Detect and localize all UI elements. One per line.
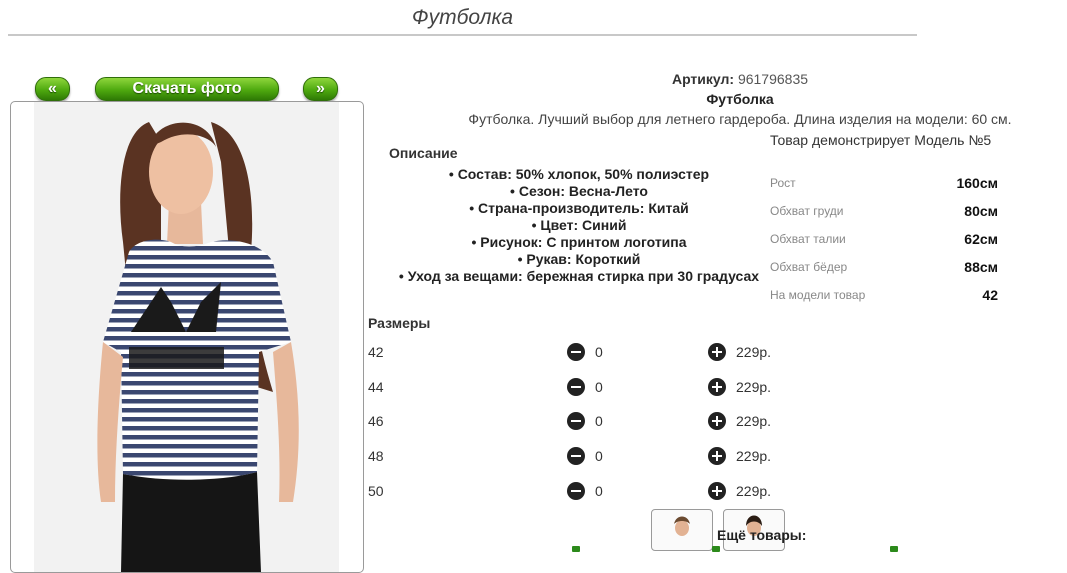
more-link-marker[interactable] (890, 546, 898, 552)
more-link-marker[interactable] (572, 546, 580, 552)
quantity-value: 0 (595, 483, 603, 499)
size-label: 46 (368, 413, 384, 429)
thumbnail-photo[interactable] (651, 509, 713, 551)
more-products-links (572, 546, 972, 556)
param-size-on-model: На модели товар 42 (770, 286, 998, 314)
size-row: 50 0 229р. (368, 482, 788, 502)
size-row: 46 0 229р. (368, 412, 788, 432)
param-value: 42 (982, 287, 998, 303)
size-row: 42 0 229р. (368, 343, 788, 363)
prev-photo-button[interactable]: « (35, 77, 70, 101)
increase-quantity-icon[interactable] (708, 447, 726, 465)
description-item: Сезон: Весна-Лето (380, 183, 778, 200)
increase-quantity-icon[interactable] (708, 412, 726, 430)
more-products-heading: Ещё товары: (717, 527, 807, 543)
size-label: 48 (368, 448, 384, 464)
param-label: Рост (770, 176, 796, 190)
download-photo-button[interactable]: Скачать фото (95, 77, 279, 101)
more-link-marker[interactable] (712, 546, 720, 552)
decrease-quantity-icon[interactable] (567, 343, 585, 361)
model-photo-illustration (97, 122, 299, 572)
description-list: Состав: 50% хлопок, 50% полиэстер Сезон:… (380, 166, 778, 285)
param-value: 80см (964, 203, 998, 219)
description-item: Рукав: Короткий (380, 251, 778, 268)
product-short-description: Футболка. Лучший выбор для летнего гарде… (468, 111, 1012, 127)
decrease-quantity-icon[interactable] (567, 412, 585, 430)
size-price: 229р. (736, 413, 772, 429)
size-label: 50 (368, 483, 384, 499)
product-photo[interactable] (10, 101, 364, 573)
page-title: Футболка (411, 6, 514, 29)
size-price: 229р. (736, 483, 772, 499)
quantity-value: 0 (595, 448, 603, 464)
param-label: Обхват талии (770, 232, 846, 246)
decrease-quantity-icon[interactable] (567, 447, 585, 465)
param-waist: Обхват талии 62см (770, 230, 998, 258)
increase-quantity-icon[interactable] (708, 482, 726, 500)
article-label: Артикул: (671, 71, 735, 87)
param-label: Обхват бёдер (770, 260, 848, 274)
next-photo-button[interactable]: » (303, 77, 338, 101)
model-params: Рост 160см Обхват груди 80см Обхват тали… (770, 174, 998, 314)
param-height: Рост 160см (770, 174, 998, 202)
description-item: Цвет: Синий (380, 217, 778, 234)
param-value: 62см (964, 231, 998, 247)
title-divider (8, 34, 917, 36)
param-hips: Обхват бёдер 88см (770, 258, 998, 286)
quantity-value: 0 (595, 413, 603, 429)
param-value: 160см (956, 175, 998, 191)
thumbnail-image (674, 516, 690, 536)
sizes-heading: Размеры (368, 315, 431, 331)
description-item: Уход за вещами: бережная стирка при 30 г… (380, 268, 778, 285)
size-price: 229р. (736, 379, 772, 395)
quantity-value: 0 (595, 379, 603, 395)
size-label: 44 (368, 379, 384, 395)
description-item: Состав: 50% хлопок, 50% полиэстер (380, 166, 778, 183)
size-price: 229р. (736, 344, 772, 360)
quantity-value: 0 (595, 344, 603, 360)
decrease-quantity-icon[interactable] (567, 378, 585, 396)
param-label: На модели товар (770, 288, 866, 302)
size-label: 42 (368, 344, 384, 360)
article-value: 961796835 (737, 71, 809, 87)
description-item: Рисунок: С принтом логотипа (380, 234, 778, 251)
size-price: 229р. (736, 448, 772, 464)
size-row: 44 0 229р. (368, 378, 788, 398)
param-value: 88см (964, 259, 998, 275)
param-chest: Обхват груди 80см (770, 202, 998, 230)
size-row: 48 0 229р. (368, 447, 788, 467)
product-name: Футболка (706, 91, 774, 107)
model-note: Товар демонстрирует Модель №5 (770, 132, 992, 148)
article-line: Артикул: 961796835 (440, 71, 1040, 87)
increase-quantity-icon[interactable] (708, 343, 726, 361)
description-heading: Описание (389, 145, 458, 161)
param-label: Обхват груди (770, 204, 844, 218)
description-item: Страна-производитель: Китай (380, 200, 778, 217)
decrease-quantity-icon[interactable] (567, 482, 585, 500)
increase-quantity-icon[interactable] (708, 378, 726, 396)
